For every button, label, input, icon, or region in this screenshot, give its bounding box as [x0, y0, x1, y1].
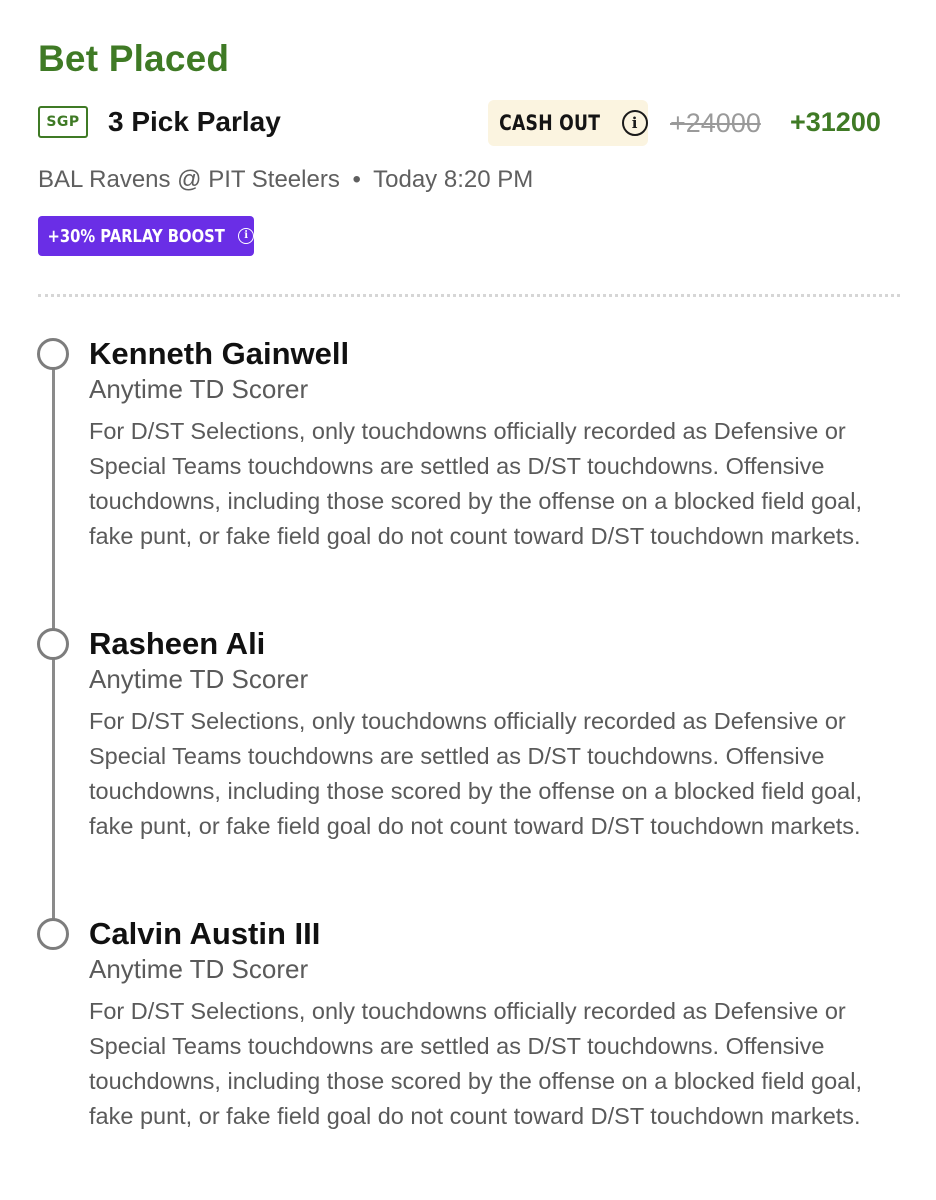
game-matchup: BAL Ravens @ PIT Steelers [38, 166, 340, 193]
empty-circle-icon [37, 628, 69, 660]
leg-market: Anytime TD Scorer [89, 374, 309, 404]
info-icon[interactable]: i [238, 228, 254, 244]
parlay-boost-badge[interactable]: +30% PARLAY BOOST i [38, 216, 254, 256]
leg-player-name: Rasheen Ali [89, 626, 266, 661]
cash-out-label: CASH OUT [499, 111, 601, 135]
boosted-odds: +31200 [790, 107, 881, 137]
cash-out-button[interactable]: CASH OUT i [488, 100, 648, 146]
sgp-badge: SGP [38, 106, 88, 138]
info-icon[interactable]: i [621, 110, 648, 136]
section-divider [38, 294, 900, 297]
leg-market: Anytime TD Scorer [89, 954, 309, 984]
leg-description: For D/ST Selections, only touchdowns off… [89, 998, 862, 1129]
bet-header: SGP 3 Pick Parlay CASH OUT i +24000 +312… [38, 100, 898, 148]
empty-circle-icon [37, 918, 69, 950]
original-odds: +24000 [670, 108, 761, 138]
bet-status-title: Bet Placed [38, 38, 230, 79]
bet-type-label: 3 Pick Parlay [108, 106, 281, 137]
game-time: Today 8:20 PM [373, 166, 534, 193]
leg-description: For D/ST Selections, only touchdowns off… [89, 708, 862, 839]
leg-player-name: Calvin Austin III [89, 916, 321, 951]
leg-player-name: Kenneth Gainwell [89, 336, 350, 371]
leg-market: Anytime TD Scorer [89, 664, 309, 694]
leg-description: For D/ST Selections, only touchdowns off… [89, 418, 862, 549]
parlay-boost-label: +30% PARLAY BOOST [47, 225, 225, 247]
empty-circle-icon [37, 338, 69, 370]
game-info: BAL Ravens @ PIT Steelers • Today 8:20 P… [38, 166, 533, 194]
game-separator: • [352, 166, 361, 193]
